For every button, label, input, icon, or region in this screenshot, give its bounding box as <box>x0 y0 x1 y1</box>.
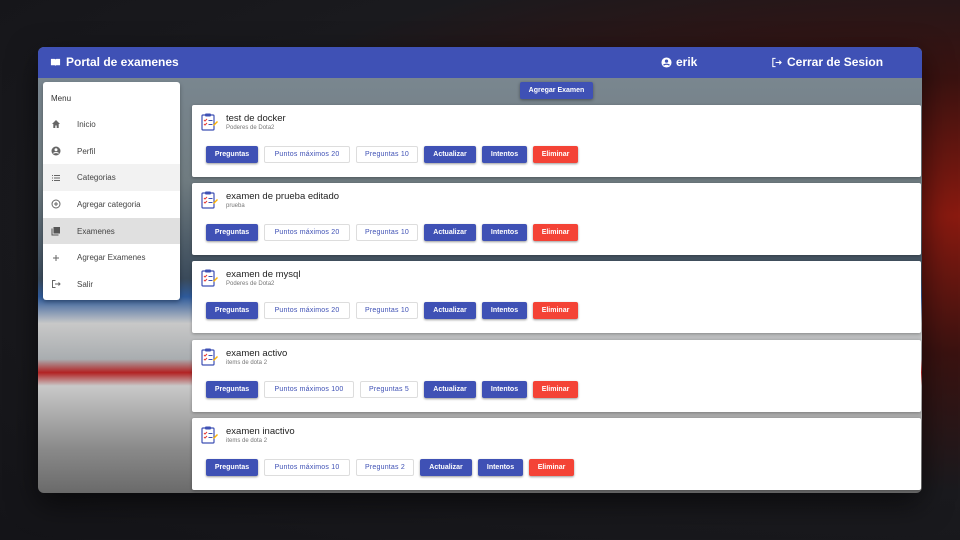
account-icon <box>51 146 61 156</box>
max-points-chip: Puntos máximos 100 <box>264 381 354 398</box>
exam-card: examen inactivo items de dota 2 Pregunta… <box>192 418 921 490</box>
sidebar-item-label: Examenes <box>77 226 115 236</box>
exam-title: test de docker <box>226 113 286 124</box>
sidebar-item-label: Agregar Examenes <box>77 253 146 263</box>
questions-count-chip: Preguntas 10 <box>356 146 418 163</box>
account-circle-icon <box>661 56 672 68</box>
exam-card: examen de mysql Poderes de Dota2 Pregunt… <box>192 261 921 333</box>
questions-count-chip: Preguntas 10 <box>356 302 418 319</box>
exam-actions: Preguntas Puntos máximos 20 Preguntas 10… <box>206 224 578 241</box>
attempts-button[interactable]: Intentos <box>482 302 527 319</box>
update-button[interactable]: Actualizar <box>424 224 476 241</box>
delete-button[interactable]: Eliminar <box>533 302 578 319</box>
delete-button[interactable]: Eliminar <box>533 146 578 163</box>
sidebar-item-perfil[interactable]: Perfil <box>43 138 180 165</box>
exam-category: prueba <box>226 203 245 209</box>
exam-category: Poderes de Dota2 <box>226 125 275 131</box>
attempts-button[interactable]: Intentos <box>482 146 527 163</box>
questions-button[interactable]: Preguntas <box>206 224 258 241</box>
delete-button[interactable]: Eliminar <box>529 459 574 476</box>
questions-button[interactable]: Preguntas <box>206 302 258 319</box>
delete-button[interactable]: Eliminar <box>533 381 578 398</box>
logout-icon <box>772 57 782 67</box>
questions-button[interactable]: Preguntas <box>206 381 258 398</box>
sidebar-item-agregar-examenes[interactable]: Agregar Examenes <box>43 244 180 271</box>
delete-button[interactable]: Eliminar <box>533 224 578 241</box>
sidebar-item-salir[interactable]: Salir <box>43 271 180 298</box>
menu-title: Menu <box>51 94 72 103</box>
exam-checklist-icon <box>201 348 218 366</box>
attempts-button[interactable]: Intentos <box>482 224 527 241</box>
update-button[interactable]: Actualizar <box>424 381 476 398</box>
update-button[interactable]: Actualizar <box>424 302 476 319</box>
update-button[interactable]: Actualizar <box>424 146 476 163</box>
logout-button[interactable]: Cerrar de Sesion <box>771 55 883 69</box>
exam-actions: Preguntas Puntos máximos 100 Preguntas 5… <box>206 381 578 398</box>
exam-card: examen de prueba editado prueba Pregunta… <box>192 183 921 255</box>
exam-title: examen de mysql <box>226 269 301 280</box>
sidebar-item-inicio[interactable]: Inicio <box>43 111 180 138</box>
max-points-chip: Puntos máximos 20 <box>264 224 350 241</box>
add-exam-button[interactable]: Agregar Examen <box>520 82 593 99</box>
library-icon <box>51 227 60 236</box>
sidebar-item-label: Agregar categoria <box>77 199 141 209</box>
add-circle-icon <box>51 199 61 209</box>
exam-checklist-icon <box>201 269 218 287</box>
sidebar-item-categorias[interactable]: Categorias <box>43 164 180 192</box>
brand-link[interactable]: Portal de examenes <box>50 55 179 69</box>
exam-checklist-icon <box>201 113 218 131</box>
exam-category: items de dota 2 <box>226 360 268 366</box>
sidebar-item-label: Perfil <box>77 146 96 156</box>
list-icon <box>52 174 60 181</box>
update-button[interactable]: Actualizar <box>420 459 472 476</box>
top-toolbar: Portal de examenes erik Cerrar de Sesion <box>38 47 922 78</box>
attempts-button[interactable]: Intentos <box>482 381 527 398</box>
exam-checklist-icon <box>201 191 218 209</box>
questions-count-chip: Preguntas 5 <box>360 381 418 398</box>
exam-checklist-icon <box>201 426 218 444</box>
max-points-chip: Puntos máximos 10 <box>264 459 350 476</box>
logout-label: Cerrar de Sesion <box>787 55 884 69</box>
exam-actions: Preguntas Puntos máximos 20 Preguntas 10… <box>206 302 578 319</box>
attempts-button[interactable]: Intentos <box>478 459 523 476</box>
app-title: Portal de examenes <box>66 55 179 69</box>
home-icon <box>52 120 60 129</box>
sidebar-item-label: Inicio <box>77 119 96 129</box>
exam-actions: Preguntas Puntos máximos 10 Preguntas 2 … <box>206 459 574 476</box>
sidebar-menu: Menu Inicio Perfil Categorias Agregar ca… <box>43 82 180 300</box>
plus-icon <box>53 254 59 261</box>
username: erik <box>676 55 698 69</box>
exam-title: examen de prueba editado <box>226 191 340 202</box>
questions-button[interactable]: Preguntas <box>206 146 258 163</box>
exam-category: items de dota 2 <box>226 438 268 444</box>
exit-icon <box>52 280 61 289</box>
max-points-chip: Puntos máximos 20 <box>264 302 350 319</box>
user-menu[interactable]: erik <box>661 55 697 69</box>
sidebar-item-agregar-categoria[interactable]: Agregar categoria <box>43 191 180 218</box>
exam-category: Poderes de Dota2 <box>226 281 275 287</box>
sidebar-item-label: Salir <box>77 279 94 289</box>
exam-card: test de docker Poderes de Dota2 Pregunta… <box>192 105 921 177</box>
sidebar-item-examenes[interactable]: Examenes <box>43 217 180 245</box>
sidebar-item-label: Categorias <box>77 173 116 183</box>
exam-card: examen activo items de dota 2 Preguntas … <box>192 340 921 412</box>
max-points-chip: Puntos máximos 20 <box>264 146 350 163</box>
exam-actions: Preguntas Puntos máximos 20 Preguntas 10… <box>206 146 578 163</box>
questions-count-chip: Preguntas 10 <box>356 224 418 241</box>
exam-title: examen inactivo <box>226 426 295 437</box>
app-window: Portal de examenes erik Cerrar de Sesion… <box>38 47 922 493</box>
book-icon <box>50 58 61 66</box>
questions-button[interactable]: Preguntas <box>206 459 258 476</box>
exam-title: examen activo <box>226 348 288 359</box>
questions-count-chip: Preguntas 2 <box>356 459 414 476</box>
